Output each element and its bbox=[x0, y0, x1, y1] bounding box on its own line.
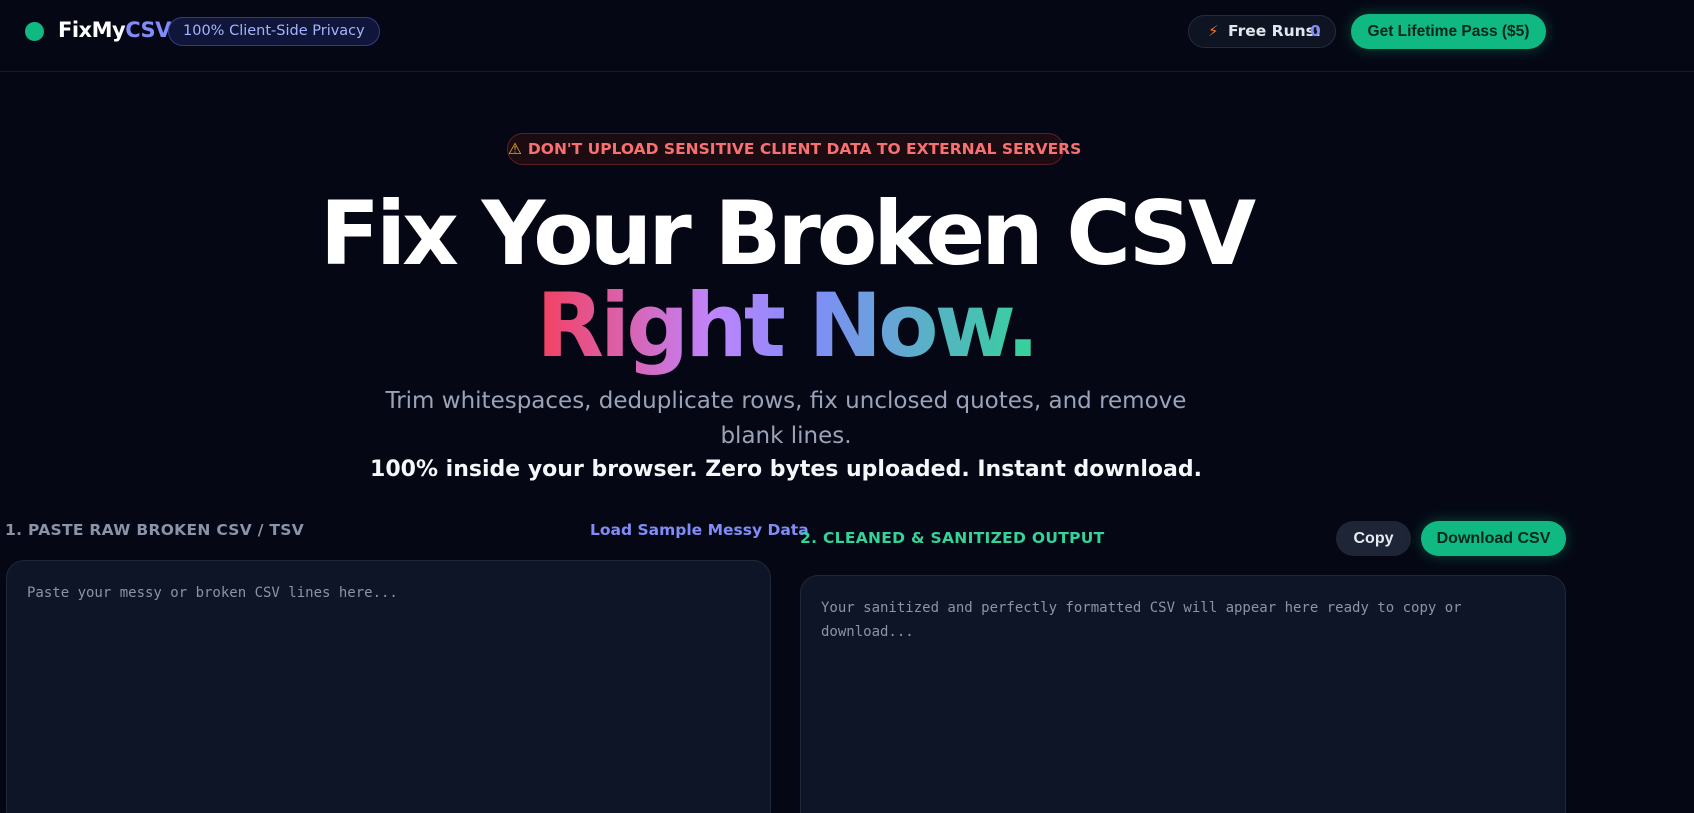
brand-logo[interactable]: FixMyCSV bbox=[58, 18, 171, 42]
warning-banner: ⚠ DON'T UPLOAD SENSITIVE CLIENT DATA TO E… bbox=[507, 133, 1081, 165]
output-placeholder: Your sanitized and perfectly formatted C… bbox=[821, 600, 1471, 640]
raw-csv-input[interactable] bbox=[6, 560, 771, 813]
warning-text: DON'T UPLOAD SENSITIVE CLIENT DATA TO EX… bbox=[527, 140, 1082, 158]
page: FixMyCSV 100% Client-Side Privacy ⚡︎ Fre… bbox=[0, 0, 1694, 813]
download-csv-button[interactable]: Download CSV bbox=[1421, 521, 1566, 556]
top-navbar: FixMyCSV 100% Client-Side Privacy ⚡︎ Fre… bbox=[0, 0, 1694, 72]
output-panel-label: 2. CLEANED & SANITIZED OUTPUT bbox=[800, 529, 1105, 547]
privacy-badge: 100% Client-Side Privacy bbox=[168, 17, 380, 46]
hero-subtitle: Right Now. bbox=[0, 278, 1572, 374]
lightning-icon: ⚡︎ bbox=[1208, 22, 1219, 40]
get-lifetime-pass-button[interactable]: Get Lifetime Pass ($5) bbox=[1351, 14, 1546, 49]
free-runs-counter: ⚡︎ Free Runs: 0 bbox=[1188, 15, 1336, 48]
hero-subtitle-text: Right Now. bbox=[536, 274, 1039, 377]
free-runs-label: Free Runs: bbox=[1228, 22, 1322, 40]
warning-icon: ⚠ bbox=[508, 140, 522, 158]
brand-accent: CSV bbox=[125, 18, 171, 42]
cleaned-csv-output[interactable]: Your sanitized and perfectly formatted C… bbox=[800, 575, 1566, 813]
hero-title: Fix Your Broken CSV bbox=[319, 182, 1256, 285]
load-sample-data-link[interactable]: Load Sample Messy Data bbox=[590, 521, 809, 539]
input-panel-label: 1. PASTE RAW BROKEN CSV / TSV bbox=[5, 521, 305, 539]
copy-button[interactable]: Copy bbox=[1336, 521, 1411, 556]
hero-strong-line: 100% inside your browser. Zero bytes upl… bbox=[370, 457, 1202, 482]
free-runs-count: 0 bbox=[1310, 22, 1321, 40]
logo-dot-icon bbox=[25, 22, 44, 41]
brand-name: FixMy bbox=[58, 18, 126, 42]
hero-description: Trim whitespaces, deduplicate rows, fix … bbox=[385, 388, 1187, 449]
